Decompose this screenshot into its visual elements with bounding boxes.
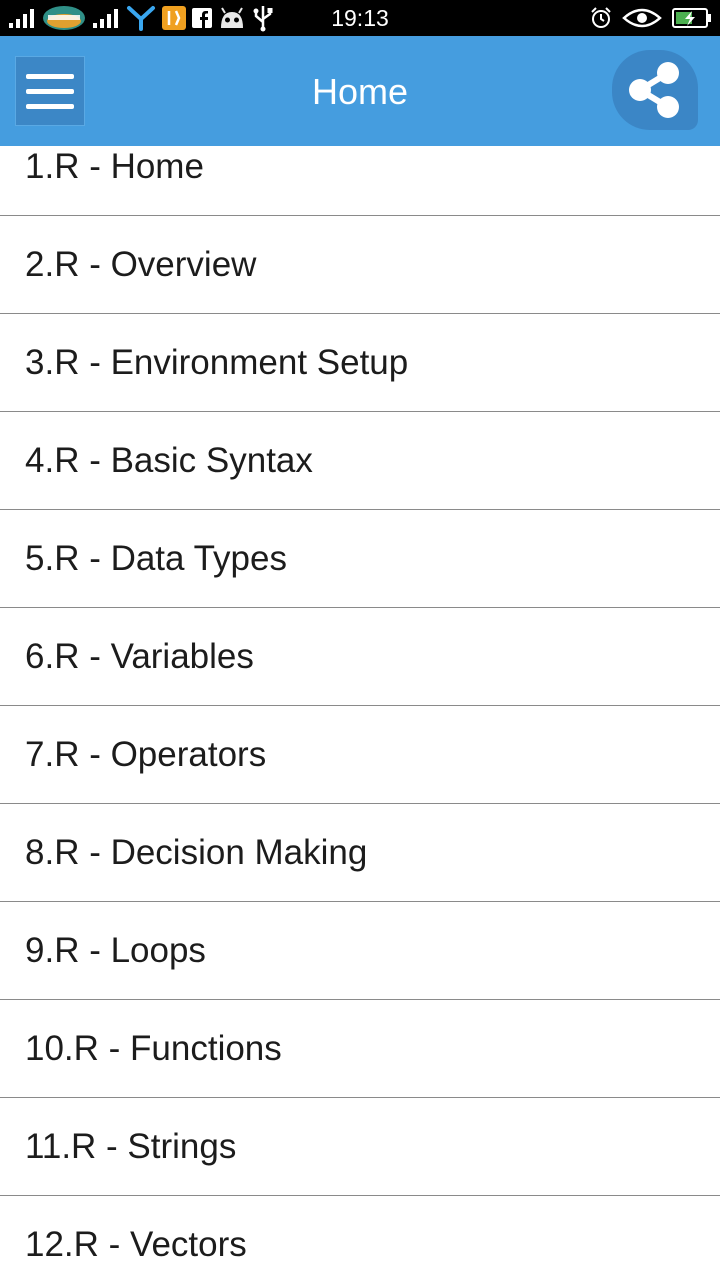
signal-bars-icon [8,0,36,36]
topic-list: 1.R - Home 2.R - Overview 3.R - Environm… [0,146,720,1280]
list-item[interactable]: 9.R - Loops [0,902,720,1000]
list-item[interactable]: 4.R - Basic Syntax [0,412,720,510]
list-item-label: 7.R - Operators [25,735,267,774]
tools-app-icon [162,0,186,36]
list-item-label: 1.R - Home [25,147,204,186]
status-bar-left [8,0,274,36]
list-item-label: 12.R - Vectors [25,1225,247,1264]
list-item[interactable]: 5.R - Data Types [0,510,720,608]
list-item[interactable]: 11.R - Strings [0,1098,720,1196]
eye-icon [622,0,662,36]
list-item[interactable]: 10.R - Functions [0,1000,720,1098]
share-icon [629,62,679,118]
list-item-label: 10.R - Functions [25,1029,282,1068]
list-item-label: 3.R - Environment Setup [25,343,409,382]
list-item-label: 2.R - Overview [25,245,257,284]
signal-bars-icon [92,0,120,36]
list-item-label: 5.R - Data Types [25,539,287,578]
list-item[interactable]: 2.R - Overview [0,216,720,314]
viettel-carrier-icon [42,0,86,36]
share-button[interactable] [612,50,698,130]
battery-charging-icon [672,0,712,36]
list-item[interactable]: 7.R - Operators [0,706,720,804]
list-item-label: 9.R - Loops [25,931,206,970]
status-bar: 19:13 [0,0,720,36]
list-item[interactable]: 12.R - Vectors [0,1196,720,1280]
list-item[interactable]: 3.R - Environment Setup [0,314,720,412]
list-item-label: 4.R - Basic Syntax [25,441,313,480]
alarm-icon [590,0,612,36]
app-bar: Home [0,36,720,146]
list-item-label: 11.R - Strings [25,1127,237,1166]
list-item-label: 6.R - Variables [25,637,254,676]
list-item[interactable]: 1.R - Home [0,146,720,216]
list-item-label: 8.R - Decision Making [25,833,368,872]
menu-button[interactable] [15,56,85,126]
usb-icon [252,0,274,36]
android-icon [218,0,246,36]
facebook-icon [192,0,212,36]
network-share-icon [126,0,156,36]
hamburger-menu-icon [26,103,74,109]
hamburger-menu-icon [26,73,74,79]
hamburger-menu-icon [26,88,74,94]
list-item[interactable]: 8.R - Decision Making [0,804,720,902]
list-item[interactable]: 6.R - Variables [0,608,720,706]
status-bar-right [590,0,712,36]
